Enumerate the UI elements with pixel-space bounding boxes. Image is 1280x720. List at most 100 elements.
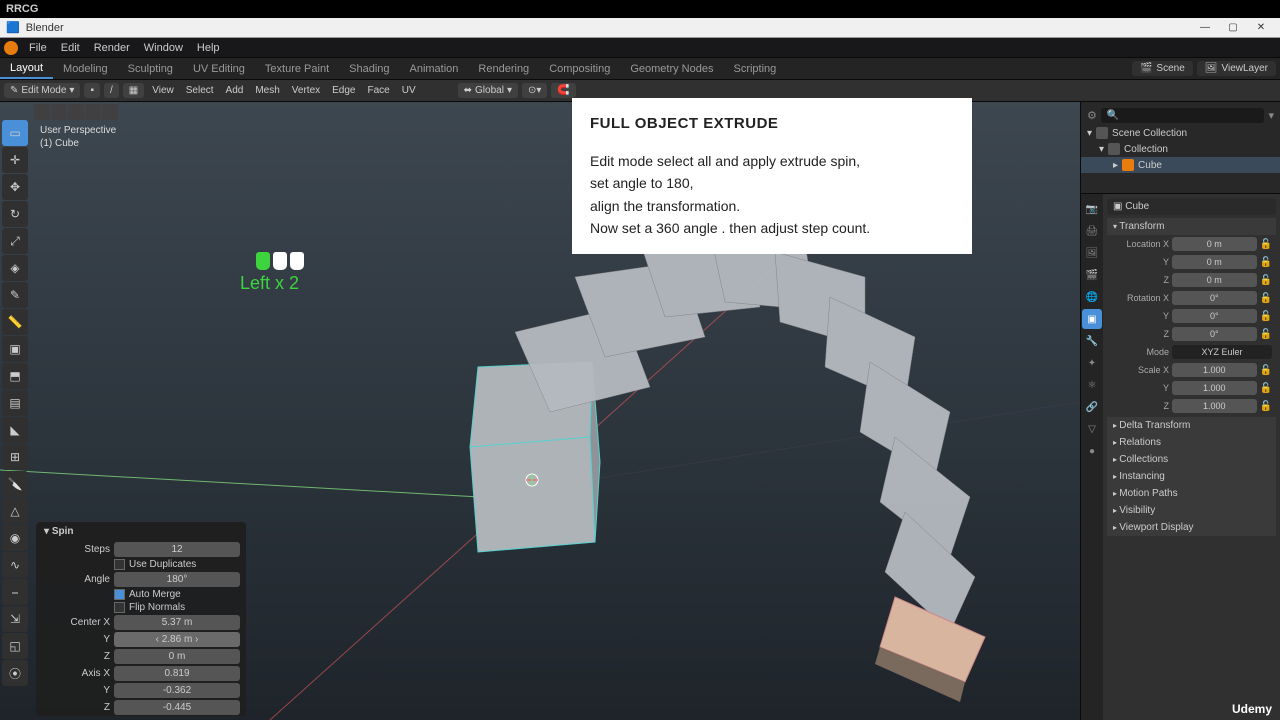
tab-animation[interactable]: Animation <box>400 58 469 79</box>
cx-field[interactable]: 5.37 m <box>114 615 240 630</box>
tab-modeling[interactable]: Modeling <box>53 58 118 79</box>
hdr-face[interactable]: Face <box>364 85 394 96</box>
sz-field[interactable]: 1.000 <box>1172 399 1257 413</box>
tool-poly[interactable]: △ <box>2 498 28 524</box>
ax-field[interactable]: 0.819 <box>114 666 240 681</box>
ptab-scene[interactable]: 🎬 <box>1082 265 1102 285</box>
lock-icon[interactable]: 🔓 <box>1260 383 1272 394</box>
tool-rip[interactable]: ⦿ <box>2 660 28 686</box>
tab-compositing[interactable]: Compositing <box>539 58 620 79</box>
hdr-vertex[interactable]: Vertex <box>288 85 324 96</box>
tab-geonodes[interactable]: Geometry Nodes <box>620 58 723 79</box>
ptab-material[interactable]: ● <box>1082 441 1102 461</box>
props-breadcrumb[interactable]: ▣ Cube <box>1107 198 1276 215</box>
tool-measure[interactable]: 📏 <box>2 309 28 335</box>
tool-cursor[interactable]: ✛ <box>2 147 28 173</box>
hdr-select[interactable]: Select <box>182 85 218 96</box>
tab-shading[interactable]: Shading <box>339 58 399 79</box>
outliner[interactable]: ⚙ 🔍 ▾ ▾Scene Collection ▾Collection ▸Cub… <box>1081 102 1280 194</box>
panel-motion[interactable]: Motion Paths <box>1107 485 1276 502</box>
select-mode-edge[interactable]: / <box>104 83 119 98</box>
tab-texpaint[interactable]: Texture Paint <box>255 58 339 79</box>
minimize-button[interactable]: — <box>1192 19 1218 37</box>
tool-extrude[interactable]: ⬒ <box>2 363 28 389</box>
close-button[interactable]: ✕ <box>1248 19 1274 37</box>
sx-field[interactable]: 1.000 <box>1172 363 1257 377</box>
menu-render[interactable]: Render <box>87 38 137 57</box>
tool-rotate[interactable]: ↻ <box>2 201 28 227</box>
ptab-physics[interactable]: ⚛ <box>1082 375 1102 395</box>
panel-display[interactable]: Viewport Display <box>1107 519 1276 536</box>
snap-toggle[interactable]: 🧲 <box>551 83 575 98</box>
lock-icon[interactable]: 🔓 <box>1260 293 1272 304</box>
tool-select[interactable]: ▭ <box>2 120 28 146</box>
ptab-render[interactable]: 📷 <box>1082 199 1102 219</box>
angle-field[interactable]: 180° <box>114 572 240 587</box>
viewlayer-selector[interactable]: 🖼ViewLayer <box>1197 61 1276 76</box>
filter-icon[interactable]: ⚙ <box>1087 109 1097 122</box>
menu-help[interactable]: Help <box>190 38 227 57</box>
tool-spin[interactable]: ◉ <box>2 525 28 551</box>
ptab-object[interactable]: ▣ <box>1082 309 1102 329</box>
rotz-field[interactable]: 0° <box>1172 327 1257 341</box>
tool-move[interactable]: ✥ <box>2 174 28 200</box>
vp-icon[interactable] <box>68 104 84 120</box>
tool-inset[interactable]: ▤ <box>2 390 28 416</box>
mode-field[interactable]: XYZ Euler <box>1172 345 1272 359</box>
steps-field[interactable]: 12 <box>114 542 240 557</box>
outliner-item[interactable]: ▾Scene Collection <box>1081 125 1280 141</box>
select-mode-face[interactable]: ▦ <box>123 83 144 98</box>
menu-edit[interactable]: Edit <box>54 38 87 57</box>
lock-icon[interactable]: 🔓 <box>1260 401 1272 412</box>
maximize-button[interactable]: ▢ <box>1220 19 1246 37</box>
menu-file[interactable]: File <box>22 38 54 57</box>
tool-addcube[interactable]: ▣ <box>2 336 28 362</box>
panel-instancing[interactable]: Instancing <box>1107 468 1276 485</box>
select-mode-vertex[interactable]: ▪ <box>84 83 100 98</box>
viewport-3d[interactable]: ▭ ✛ ✥ ↻ ⤢ ◈ ✎ 📏 ▣ ⬒ ▤ ◣ ⊞ 🔪 △ ◉ ∿ ⎯ ⇲ ◱ … <box>0 102 1080 720</box>
pivot-selector[interactable]: ⊙▾ <box>522 83 547 98</box>
hdr-add[interactable]: Add <box>222 85 248 96</box>
lock-icon[interactable]: 🔓 <box>1260 257 1272 268</box>
scene-selector[interactable]: 🎬Scene <box>1132 61 1193 76</box>
tool-bevel[interactable]: ◣ <box>2 417 28 443</box>
panel-visibility[interactable]: Visibility <box>1107 502 1276 519</box>
cy-field[interactable]: ‹ 2.86 m › <box>114 632 240 647</box>
outliner-item[interactable]: ▸Cube <box>1081 157 1280 173</box>
ptab-data[interactable]: ▽ <box>1082 419 1102 439</box>
operator-title[interactable]: ▾ Spin <box>36 522 246 541</box>
hdr-view[interactable]: View <box>148 85 178 96</box>
hdr-uv[interactable]: UV <box>398 85 420 96</box>
tool-annotate[interactable]: ✎ <box>2 282 28 308</box>
tool-edge[interactable]: ⎯ <box>2 579 28 605</box>
az-field[interactable]: -0.445 <box>114 700 240 715</box>
orientation-selector[interactable]: ⬌Global▾ <box>458 83 518 98</box>
lock-icon[interactable]: 🔓 <box>1260 275 1272 286</box>
outliner-search[interactable]: 🔍 <box>1101 108 1265 123</box>
ptab-particle[interactable]: ✦ <box>1082 353 1102 373</box>
tool-transform[interactable]: ◈ <box>2 255 28 281</box>
ptab-modifier[interactable]: 🔧 <box>1082 331 1102 351</box>
ptab-world[interactable]: 🌐 <box>1082 287 1102 307</box>
ptab-output[interactable]: 🖨 <box>1082 221 1102 241</box>
roty-field[interactable]: 0° <box>1172 309 1257 323</box>
sy-field[interactable]: 1.000 <box>1172 381 1257 395</box>
tool-loopcut[interactable]: ⊞ <box>2 444 28 470</box>
ptab-view[interactable]: 🖼 <box>1082 243 1102 263</box>
hdr-mesh[interactable]: Mesh <box>251 85 283 96</box>
locx-field[interactable]: 0 m <box>1172 237 1257 251</box>
automerge-check[interactable] <box>114 589 125 600</box>
vp-icon[interactable] <box>102 104 118 120</box>
panel-collections[interactable]: Collections <box>1107 451 1276 468</box>
tab-layout[interactable]: Layout <box>0 58 53 79</box>
tool-scale[interactable]: ⤢ <box>2 228 28 254</box>
hdr-edge[interactable]: Edge <box>328 85 359 96</box>
cz-field[interactable]: 0 m <box>114 649 240 664</box>
tool-knife[interactable]: 🔪 <box>2 471 28 497</box>
vp-icon[interactable] <box>51 104 67 120</box>
ay-field[interactable]: -0.362 <box>114 683 240 698</box>
lock-icon[interactable]: 🔓 <box>1260 311 1272 322</box>
tab-sculpting[interactable]: Sculpting <box>118 58 183 79</box>
lock-icon[interactable]: 🔓 <box>1260 329 1272 340</box>
panel-delta[interactable]: Delta Transform <box>1107 417 1276 434</box>
